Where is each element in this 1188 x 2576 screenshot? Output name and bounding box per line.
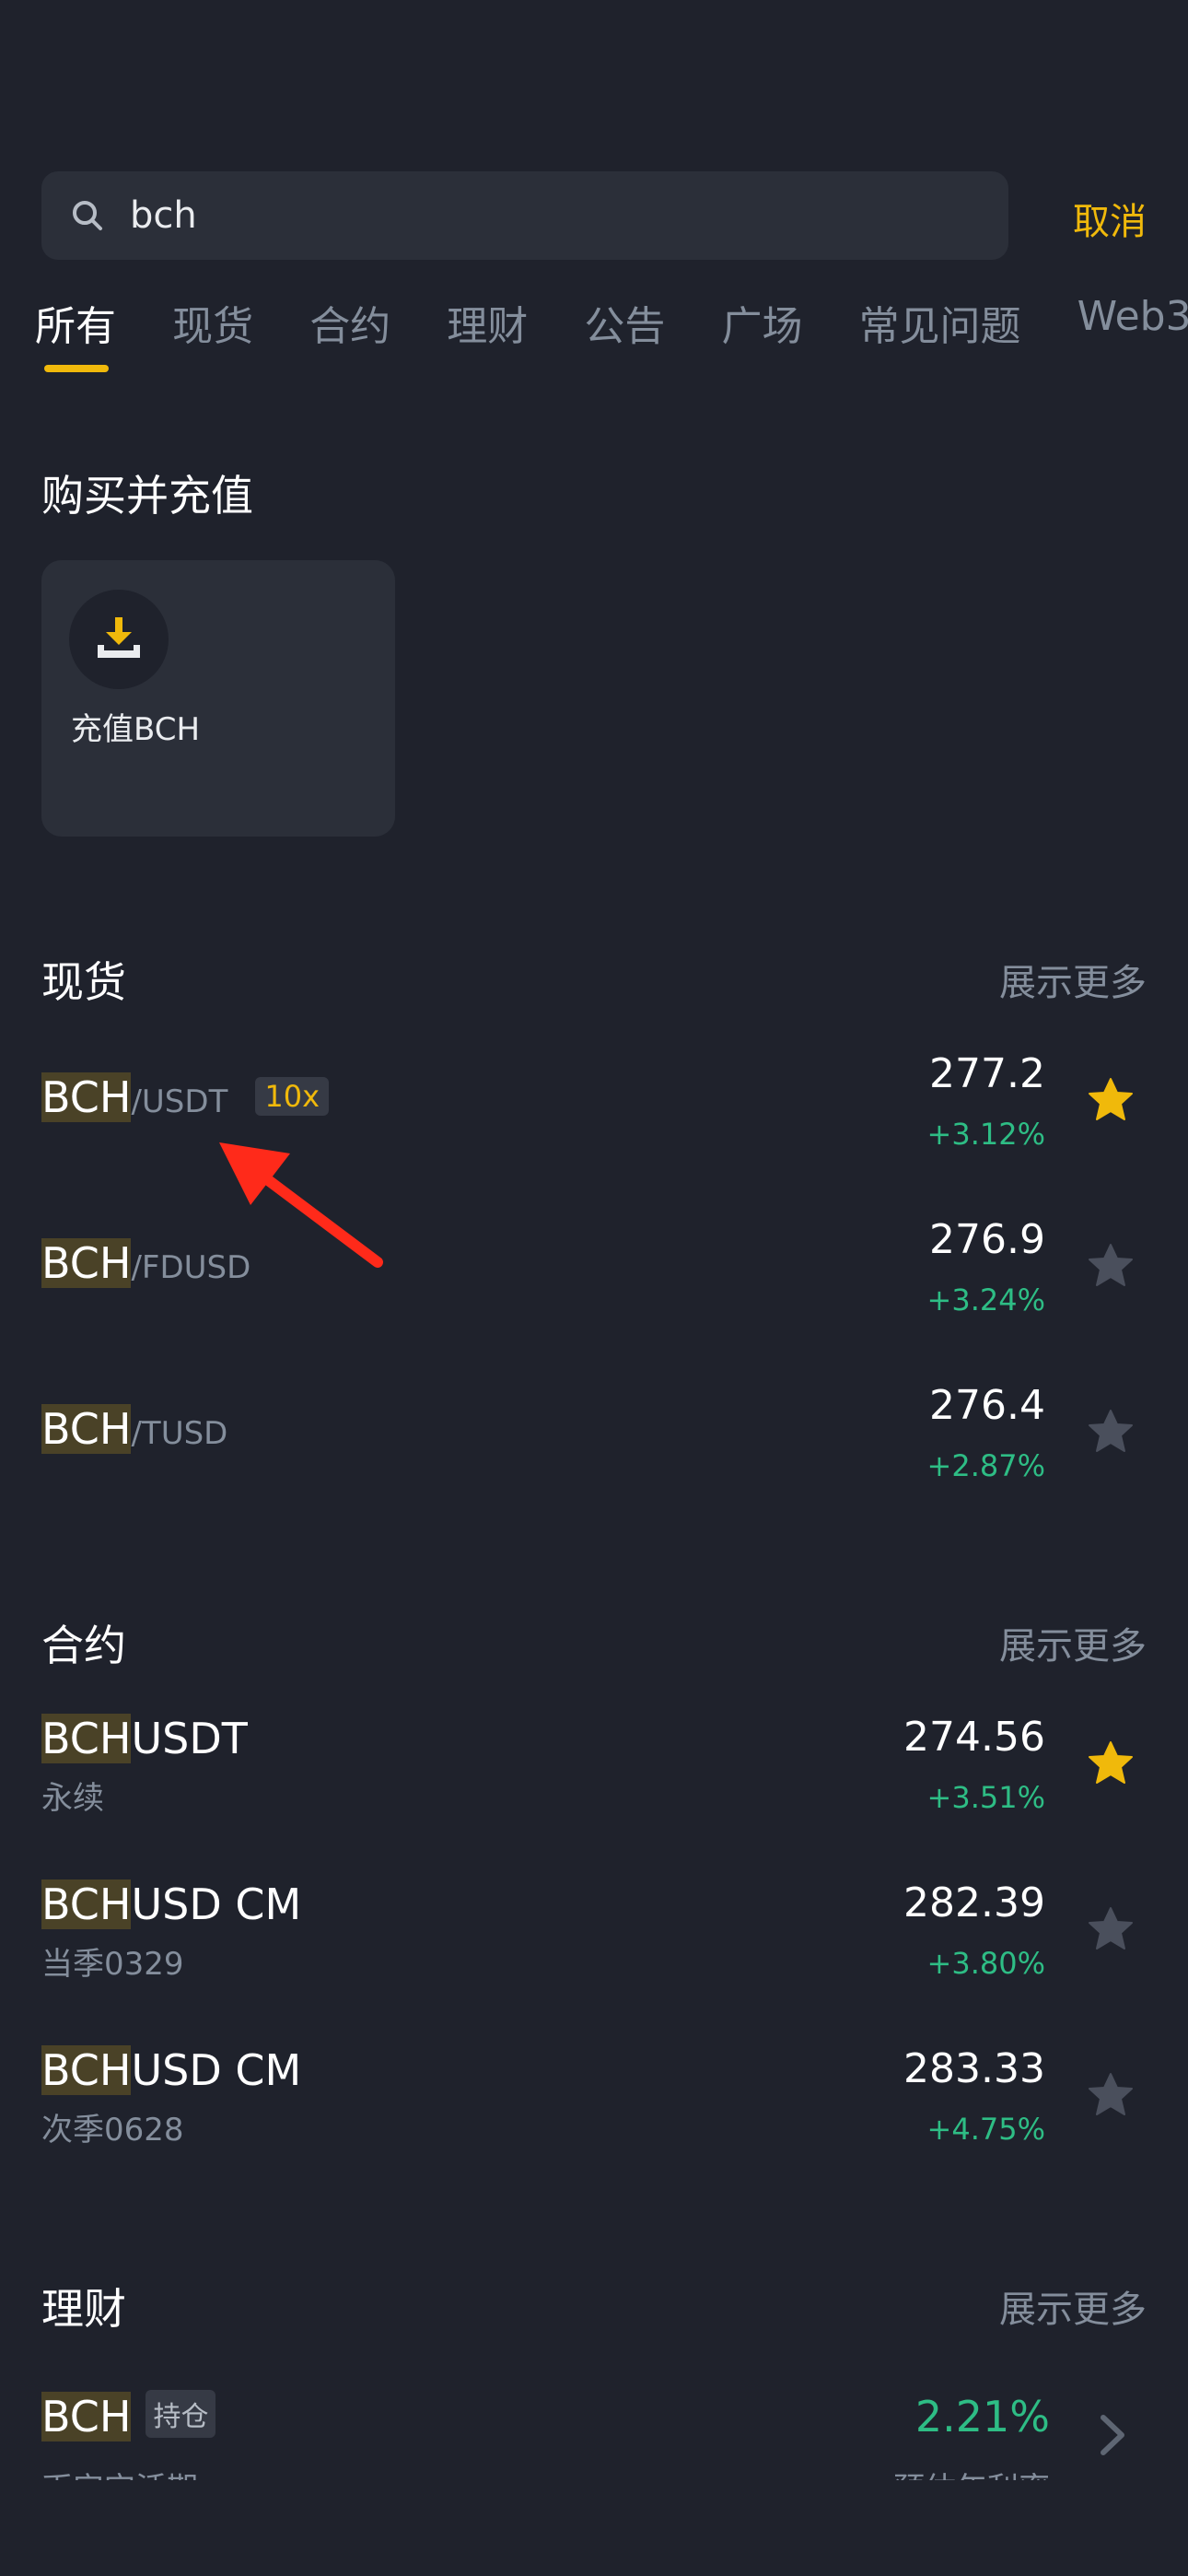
star-icon[interactable]	[1087, 1242, 1135, 1290]
tab-announcements[interactable]: 公告	[584, 293, 665, 376]
spot-row-bch-fdusd[interactable]: BCH/FDUSD 276.9 +3.24%	[0, 1216, 1188, 1354]
futures-row-bchusdt[interactable]: BCHUSDT 永续 274.56 +3.51%	[0, 1714, 1188, 1852]
star-icon[interactable]	[1087, 1408, 1135, 1456]
last-price: 282.39	[903, 1879, 1045, 1926]
red-arrow-annotation	[219, 1142, 383, 1268]
matched-text: BCH	[41, 2045, 132, 2095]
futures-section-title: 合约	[41, 1621, 126, 1670]
star-icon[interactable]	[1087, 1739, 1135, 1787]
pair-quote: /TUSD	[131, 1415, 228, 1452]
contract-type: 永续	[41, 1780, 104, 1817]
leverage-badge: 10x	[255, 1077, 329, 1116]
spot-row-bch-usdt[interactable]: BCH/USDT 10x 277.2 +3.12%	[0, 1050, 1188, 1188]
tab-square[interactable]: 广场	[721, 293, 802, 376]
earn-section-title: 理财	[41, 2284, 126, 2334]
price-change: +4.75%	[926, 2112, 1045, 2147]
tab-futures[interactable]: 合约	[309, 293, 390, 376]
price-change: +3.12%	[926, 1117, 1045, 1152]
search-row: 取消	[41, 171, 1147, 260]
tab-web3[interactable]: Web3	[1077, 293, 1188, 376]
price-change: +3.24%	[926, 1282, 1045, 1317]
futures-show-more-link[interactable]: 展示更多	[999, 1616, 1147, 1669]
star-icon[interactable]	[1087, 1076, 1135, 1124]
contract-rest: USD CM	[131, 1879, 302, 1929]
last-price: 277.2	[929, 1050, 1045, 1097]
tab-faq[interactable]: 常见问题	[859, 293, 1021, 376]
tab-all[interactable]: 所有	[35, 293, 116, 376]
cancel-button[interactable]: 取消	[1073, 192, 1147, 245]
last-price: 276.4	[929, 1382, 1045, 1429]
last-price: 283.33	[903, 2045, 1045, 2092]
matched-text: BCH	[41, 2392, 132, 2441]
holding-badge: 持仓	[146, 2390, 216, 2438]
earn-show-more-link[interactable]: 展示更多	[999, 2279, 1147, 2333]
contract-rest: USD CM	[131, 2045, 302, 2095]
earn-product-name: 币安宝活期	[41, 2464, 198, 2480]
deposit-card-label: 充值BCH	[71, 711, 201, 748]
last-price: 276.9	[929, 1216, 1045, 1263]
earn-asset: BCH 持仓	[41, 2390, 216, 2441]
pair-quote: /USDT	[131, 1083, 228, 1120]
contract-symbol: BCHUSDT	[41, 1714, 248, 1763]
contract-type: 次季0628	[41, 2112, 184, 2149]
spot-row-bch-tusd[interactable]: BCH/TUSD 276.4 +2.87%	[0, 1382, 1188, 1520]
download-icon-circle	[69, 590, 169, 689]
contract-rest: USDT	[131, 1714, 248, 1763]
download-icon	[98, 617, 140, 658]
search-icon	[73, 201, 102, 230]
matched-text: BCH	[41, 1238, 132, 1288]
matched-text: BCH	[41, 1714, 132, 1763]
matched-text: BCH	[41, 1879, 132, 1929]
price-change: +2.87%	[926, 1448, 1045, 1483]
last-price: 274.56	[903, 1714, 1045, 1761]
earn-row-bch[interactable]: BCH 持仓 币安宝活期 2.21% 预估年利率	[0, 2384, 1188, 2480]
pair-symbol: BCH/USDT 10x	[41, 1072, 329, 1122]
matched-text: BCH	[41, 1072, 132, 1122]
chevron-right-icon	[1101, 2415, 1124, 2455]
spot-show-more-link[interactable]: 展示更多	[999, 953, 1147, 1006]
deposit-card[interactable]: 充值BCH	[41, 560, 395, 837]
star-icon[interactable]	[1087, 1905, 1135, 1953]
price-change: +3.51%	[926, 1780, 1045, 1815]
search-input[interactable]	[130, 171, 959, 260]
contract-type: 当季0329	[41, 1946, 184, 1983]
price-change: +3.80%	[926, 1946, 1045, 1981]
star-icon[interactable]	[1087, 2071, 1135, 2119]
pair-symbol: BCH/TUSD	[41, 1404, 227, 1454]
search-box[interactable]	[41, 171, 1008, 260]
spot-section-title: 现货	[41, 957, 126, 1007]
tab-spot[interactable]: 现货	[172, 293, 253, 376]
apr-value: 2.21%	[914, 2392, 1050, 2441]
matched-text: BCH	[41, 1404, 132, 1454]
contract-symbol: BCHUSD CM	[41, 1879, 301, 1929]
futures-row-bchusd-cm-next[interactable]: BCHUSD CM 次季0628 283.33 +4.75%	[0, 2045, 1188, 2184]
contract-symbol: BCHUSD CM	[41, 2045, 301, 2095]
apr-label: 预估年利率	[893, 2464, 1050, 2480]
buy-section-title: 购买并充值	[41, 471, 253, 521]
futures-row-bchusd-cm-current[interactable]: BCHUSD CM 当季0329 282.39 +3.80%	[0, 1879, 1188, 2018]
category-tabs: 所有 现货 合约 理财 公告 广场 常见问题 Web3	[35, 293, 1188, 376]
tab-earn[interactable]: 理财	[447, 293, 528, 376]
